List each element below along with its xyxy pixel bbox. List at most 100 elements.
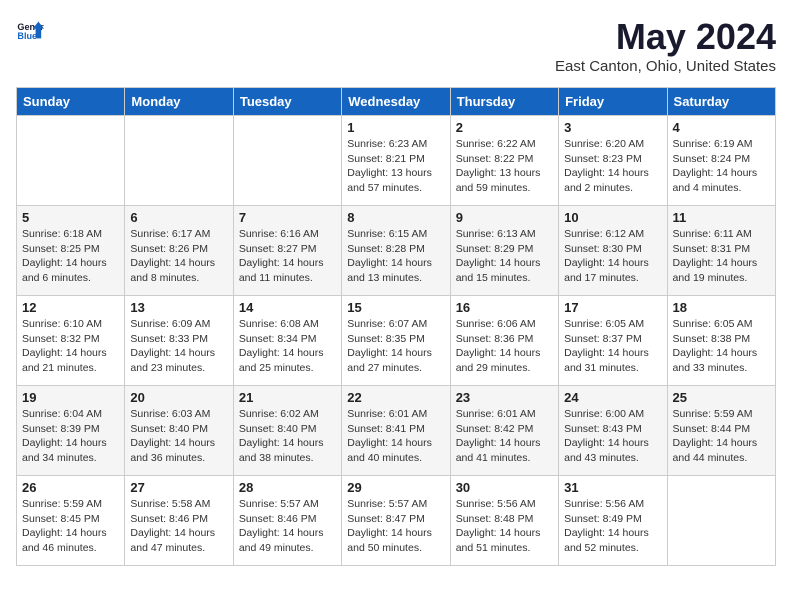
cell-info: Sunrise: 5:56 AM Sunset: 8:48 PM Dayligh… [456, 497, 553, 556]
day-number: 22 [347, 390, 444, 405]
column-header-monday: Monday [125, 88, 233, 116]
cell-info: Sunrise: 5:57 AM Sunset: 8:46 PM Dayligh… [239, 497, 336, 556]
calendar-cell: 22 Sunrise: 6:01 AM Sunset: 8:41 PM Dayli… [342, 386, 450, 476]
calendar-cell: 12 Sunrise: 6:10 AM Sunset: 8:32 PM Dayli… [17, 296, 125, 386]
calendar-cell: 6 Sunrise: 6:17 AM Sunset: 8:26 PM Daylig… [125, 206, 233, 296]
logo: General Blue [16, 16, 44, 44]
day-number: 12 [22, 300, 119, 315]
svg-text:Blue: Blue [17, 31, 37, 41]
calendar-cell: 11 Sunrise: 6:11 AM Sunset: 8:31 PM Dayli… [667, 206, 775, 296]
cell-info: Sunrise: 6:04 AM Sunset: 8:39 PM Dayligh… [22, 407, 119, 466]
cell-info: Sunrise: 6:00 AM Sunset: 8:43 PM Dayligh… [564, 407, 661, 466]
day-number: 4 [673, 120, 770, 135]
calendar-cell: 26Sunrise: 5:59 AM Sunset: 8:45 PM Dayli… [17, 476, 125, 566]
cell-info: Sunrise: 6:02 AM Sunset: 8:40 PM Dayligh… [239, 407, 336, 466]
calendar-cell: 31 Sunrise: 5:56 AM Sunset: 8:49 PM Dayli… [559, 476, 667, 566]
cell-info: Sunrise: 5:59 AM Sunset: 8:45 PM Dayligh… [22, 497, 119, 556]
column-header-friday: Friday [559, 88, 667, 116]
cell-info: Sunrise: 6:08 AM Sunset: 8:34 PM Dayligh… [239, 317, 336, 376]
cell-info: Sunrise: 6:05 AM Sunset: 8:37 PM Dayligh… [564, 317, 661, 376]
day-number: 15 [347, 300, 444, 315]
day-number: 23 [456, 390, 553, 405]
cell-info: Sunrise: 5:56 AM Sunset: 8:49 PM Dayligh… [564, 497, 661, 556]
calendar-cell: 23 Sunrise: 6:01 AM Sunset: 8:42 PM Dayli… [450, 386, 558, 476]
calendar-cell: 25 Sunrise: 5:59 AM Sunset: 8:44 PM Dayli… [667, 386, 775, 476]
calendar-cell [233, 116, 341, 206]
cell-info: Sunrise: 6:09 AM Sunset: 8:33 PM Dayligh… [130, 317, 227, 376]
calendar-cell: 21 Sunrise: 6:02 AM Sunset: 8:40 PM Dayli… [233, 386, 341, 476]
day-number: 21 [239, 390, 336, 405]
main-title: May 2024 [555, 16, 776, 58]
week-row-1: 1 Sunrise: 6:23 AM Sunset: 8:21 PM Daylig… [17, 116, 776, 206]
day-number: 16 [456, 300, 553, 315]
day-number: 27 [130, 480, 227, 495]
day-number: 29 [347, 480, 444, 495]
calendar-cell: 27 Sunrise: 5:58 AM Sunset: 8:46 PM Dayli… [125, 476, 233, 566]
cell-info: Sunrise: 6:13 AM Sunset: 8:29 PM Dayligh… [456, 227, 553, 286]
day-number: 18 [673, 300, 770, 315]
calendar-cell: 15Sunrise: 6:07 AM Sunset: 8:35 PM Dayli… [342, 296, 450, 386]
calendar-cell: 28Sunrise: 5:57 AM Sunset: 8:46 PM Dayli… [233, 476, 341, 566]
title-block: May 2024 East Canton, Ohio, United State… [555, 16, 776, 75]
day-number: 13 [130, 300, 227, 315]
day-number: 11 [673, 210, 770, 225]
day-number: 10 [564, 210, 661, 225]
cell-info: Sunrise: 6:01 AM Sunset: 8:42 PM Dayligh… [456, 407, 553, 466]
column-header-tuesday: Tuesday [233, 88, 341, 116]
cell-info: Sunrise: 6:11 AM Sunset: 8:31 PM Dayligh… [673, 227, 770, 286]
cell-info: Sunrise: 6:01 AM Sunset: 8:41 PM Dayligh… [347, 407, 444, 466]
calendar-cell: 18 Sunrise: 6:05 AM Sunset: 8:38 PM Dayli… [667, 296, 775, 386]
day-number: 14 [239, 300, 336, 315]
column-header-sunday: Sunday [17, 88, 125, 116]
calendar-cell: 20Sunrise: 6:03 AM Sunset: 8:40 PM Dayli… [125, 386, 233, 476]
calendar-cell: 3 Sunrise: 6:20 AM Sunset: 8:23 PM Daylig… [559, 116, 667, 206]
cell-info: Sunrise: 6:10 AM Sunset: 8:32 PM Dayligh… [22, 317, 119, 376]
day-number: 8 [347, 210, 444, 225]
cell-info: Sunrise: 6:22 AM Sunset: 8:22 PM Dayligh… [456, 137, 553, 196]
calendar-cell: 17 Sunrise: 6:05 AM Sunset: 8:37 PM Dayli… [559, 296, 667, 386]
day-number: 19 [22, 390, 119, 405]
calendar-cell: 14 Sunrise: 6:08 AM Sunset: 8:34 PM Dayli… [233, 296, 341, 386]
cell-info: Sunrise: 6:18 AM Sunset: 8:25 PM Dayligh… [22, 227, 119, 286]
column-header-saturday: Saturday [667, 88, 775, 116]
cell-info: Sunrise: 6:05 AM Sunset: 8:38 PM Dayligh… [673, 317, 770, 376]
cell-info: Sunrise: 5:58 AM Sunset: 8:46 PM Dayligh… [130, 497, 227, 556]
day-number: 9 [456, 210, 553, 225]
column-header-thursday: Thursday [450, 88, 558, 116]
calendar-cell: 10Sunrise: 6:12 AM Sunset: 8:30 PM Dayli… [559, 206, 667, 296]
day-number: 17 [564, 300, 661, 315]
week-row-3: 12 Sunrise: 6:10 AM Sunset: 8:32 PM Dayli… [17, 296, 776, 386]
cell-info: Sunrise: 6:17 AM Sunset: 8:26 PM Dayligh… [130, 227, 227, 286]
header: General Blue May 2024 East Canton, Ohio,… [16, 16, 776, 75]
day-number: 25 [673, 390, 770, 405]
calendar-cell: 24 Sunrise: 6:00 AM Sunset: 8:43 PM Dayli… [559, 386, 667, 476]
cell-info: Sunrise: 5:59 AM Sunset: 8:44 PM Dayligh… [673, 407, 770, 466]
column-header-wednesday: Wednesday [342, 88, 450, 116]
logo-icon: General Blue [16, 16, 44, 44]
calendar-cell: 13 Sunrise: 6:09 AM Sunset: 8:33 PM Dayli… [125, 296, 233, 386]
week-row-5: 26Sunrise: 5:59 AM Sunset: 8:45 PM Dayli… [17, 476, 776, 566]
day-number: 3 [564, 120, 661, 135]
day-number: 7 [239, 210, 336, 225]
calendar-cell: 19 Sunrise: 6:04 AM Sunset: 8:39 PM Dayli… [17, 386, 125, 476]
day-number: 5 [22, 210, 119, 225]
cell-info: Sunrise: 6:20 AM Sunset: 8:23 PM Dayligh… [564, 137, 661, 196]
day-number: 31 [564, 480, 661, 495]
day-number: 30 [456, 480, 553, 495]
calendar-table: SundayMondayTuesdayWednesdayThursdayFrid… [16, 87, 776, 566]
calendar-cell: 5 Sunrise: 6:18 AM Sunset: 8:25 PM Daylig… [17, 206, 125, 296]
calendar-cell: 30 Sunrise: 5:56 AM Sunset: 8:48 PM Dayli… [450, 476, 558, 566]
calendar-cell: 8Sunrise: 6:15 AM Sunset: 8:28 PM Daylig… [342, 206, 450, 296]
day-number: 6 [130, 210, 227, 225]
cell-info: Sunrise: 6:06 AM Sunset: 8:36 PM Dayligh… [456, 317, 553, 376]
day-number: 20 [130, 390, 227, 405]
subtitle: East Canton, Ohio, United States [555, 58, 776, 75]
calendar-cell [667, 476, 775, 566]
cell-info: Sunrise: 6:23 AM Sunset: 8:21 PM Dayligh… [347, 137, 444, 196]
day-number: 24 [564, 390, 661, 405]
calendar-cell [17, 116, 125, 206]
calendar-cell [125, 116, 233, 206]
calendar-cell: 9 Sunrise: 6:13 AM Sunset: 8:29 PM Daylig… [450, 206, 558, 296]
week-row-4: 19 Sunrise: 6:04 AM Sunset: 8:39 PM Dayli… [17, 386, 776, 476]
day-number: 1 [347, 120, 444, 135]
